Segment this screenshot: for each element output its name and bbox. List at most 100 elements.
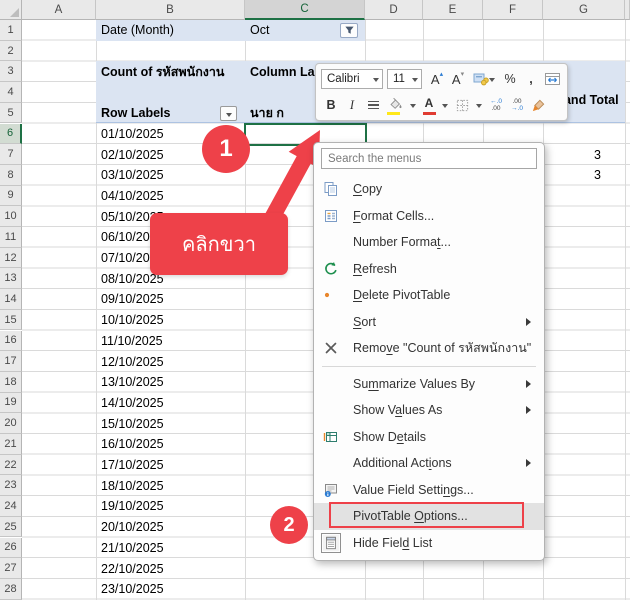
decrease-font-size-button[interactable]: A▾ bbox=[448, 68, 468, 90]
row-header-28[interactable]: 28 bbox=[0, 579, 22, 600]
menu-item-label: Remove "Count of รหัสพนักงาน" bbox=[353, 338, 531, 358]
menu-item-pivottable-options[interactable]: PivotTable Options... bbox=[314, 503, 544, 530]
row-header-6[interactable]: 6 bbox=[0, 124, 22, 145]
column-header-b[interactable]: B bbox=[96, 0, 245, 20]
percent-style-button[interactable]: % bbox=[500, 68, 520, 90]
menu-item-show-details[interactable]: Show Details bbox=[314, 424, 544, 451]
cell-date-row-14[interactable]: 09/10/2025 bbox=[96, 289, 245, 310]
column-header-d[interactable]: D bbox=[365, 0, 423, 20]
column-header-c[interactable]: C bbox=[245, 0, 365, 20]
row-header-23[interactable]: 23 bbox=[0, 475, 22, 496]
font-size-select[interactable]: 11 bbox=[387, 69, 422, 89]
cell-date-row-9[interactable]: 04/10/2025 bbox=[96, 186, 245, 207]
menu-item-sort[interactable]: Sort bbox=[314, 309, 544, 336]
show-details-icon bbox=[323, 429, 339, 445]
row-header-13[interactable]: 13 bbox=[0, 268, 22, 289]
row-header-24[interactable]: 24 bbox=[0, 496, 22, 517]
column-header-e[interactable]: E bbox=[423, 0, 483, 20]
borders-dropdown[interactable] bbox=[473, 94, 485, 116]
row-header-16[interactable]: 16 bbox=[0, 331, 22, 352]
row-header-9[interactable]: 9 bbox=[0, 186, 22, 207]
row-header-27[interactable]: 27 bbox=[0, 558, 22, 579]
row-header-5[interactable]: 5 bbox=[0, 103, 22, 124]
accounting-number-format-button[interactable] bbox=[469, 68, 499, 90]
align-button[interactable] bbox=[363, 94, 383, 116]
row-header-20[interactable]: 20 bbox=[0, 413, 22, 434]
fill-color-button[interactable] bbox=[384, 94, 406, 116]
cell-date-row-16[interactable]: 11/10/2025 bbox=[96, 331, 245, 352]
menu-item-hide-field-list[interactable]: Hide Field List bbox=[314, 530, 544, 557]
cell-date-row-25[interactable]: 20/10/2025 bbox=[96, 517, 245, 538]
cell-grand-total-value-row-7[interactable]: 3 bbox=[543, 144, 625, 165]
cell-date-row-17[interactable]: 12/10/2025 bbox=[96, 351, 245, 372]
menu-search-input[interactable] bbox=[321, 148, 537, 169]
column-header-f[interactable]: F bbox=[483, 0, 543, 20]
menu-item-additional-actions[interactable]: Additional Actions bbox=[314, 450, 544, 477]
font-color-button[interactable]: A bbox=[420, 94, 438, 116]
cell-date-row-20[interactable]: 15/10/2025 bbox=[96, 413, 245, 434]
cell-date-row-27[interactable]: 22/10/2025 bbox=[96, 558, 245, 579]
column-header-partial[interactable] bbox=[625, 0, 630, 20]
cell-date-row-26[interactable]: 21/10/2025 bbox=[96, 538, 245, 559]
row-header-25[interactable]: 25 bbox=[0, 517, 22, 538]
filter-value: Oct bbox=[250, 23, 269, 37]
row-header-22[interactable]: 22 bbox=[0, 455, 22, 476]
cell-date-row-21[interactable]: 16/10/2025 bbox=[96, 434, 245, 455]
cell-b5-row-labels[interactable]: Row Labels bbox=[96, 103, 221, 124]
cell-date-row-24[interactable]: 19/10/2025 bbox=[96, 496, 245, 517]
menu-item-delete-pivottable[interactable]: Delete PivotTable bbox=[314, 282, 544, 309]
autofit-column-button[interactable] bbox=[542, 68, 562, 90]
decrease-decimal-button[interactable]: .00→.0 bbox=[507, 94, 527, 116]
row-header-7[interactable]: 7 bbox=[0, 144, 22, 165]
row-header-14[interactable]: 14 bbox=[0, 289, 22, 310]
borders-button[interactable] bbox=[452, 94, 472, 116]
row-header-4[interactable]: 4 bbox=[0, 82, 22, 103]
step-2-badge: 2 bbox=[270, 506, 308, 544]
filter-funnel-button[interactable] bbox=[340, 23, 358, 38]
row-header-2[interactable]: 2 bbox=[0, 41, 22, 62]
font-name-select[interactable]: Calibri bbox=[321, 69, 383, 89]
row-header-15[interactable]: 15 bbox=[0, 310, 22, 331]
cell-date-row-15[interactable]: 10/10/2025 bbox=[96, 310, 245, 331]
menu-item-value-field-settings[interactable]: Value Field Settings... bbox=[314, 477, 544, 504]
cell-date-row-18[interactable]: 13/10/2025 bbox=[96, 372, 245, 393]
row-labels-dropdown-button[interactable] bbox=[220, 106, 237, 121]
select-all-corner[interactable] bbox=[0, 0, 22, 20]
font-color-dropdown[interactable] bbox=[439, 94, 451, 116]
cell-date-row-22[interactable]: 17/10/2025 bbox=[96, 455, 245, 476]
row-header-18[interactable]: 18 bbox=[0, 372, 22, 393]
row-header-8[interactable]: 8 bbox=[0, 165, 22, 186]
format-painter-button[interactable] bbox=[528, 94, 548, 116]
row-header-21[interactable]: 21 bbox=[0, 434, 22, 455]
cell-date-row-23[interactable]: 18/10/2025 bbox=[96, 475, 245, 496]
column-header-a[interactable]: A bbox=[22, 0, 96, 20]
increase-decimal-button[interactable]: ←.0.00 bbox=[486, 94, 506, 116]
menu-item-remove-count-field[interactable]: Remove "Count of รหัสพนักงาน" bbox=[314, 335, 544, 362]
cell-b1-date-month[interactable]: Date (Month) bbox=[96, 20, 245, 41]
row-header-10[interactable]: 10 bbox=[0, 206, 22, 227]
bold-button[interactable]: B bbox=[321, 94, 341, 116]
column-header-g[interactable]: G bbox=[543, 0, 625, 20]
cell-date-row-28[interactable]: 23/10/2025 bbox=[96, 579, 245, 600]
cell-grand-total-value-row-8[interactable]: 3 bbox=[543, 165, 625, 186]
cell-date-row-19[interactable]: 14/10/2025 bbox=[96, 393, 245, 414]
row-header-26[interactable]: 26 bbox=[0, 538, 22, 559]
italic-button[interactable]: I bbox=[342, 94, 362, 116]
menu-item-summarize-values-by[interactable]: Summarize Values By bbox=[314, 371, 544, 398]
row-header-12[interactable]: 12 bbox=[0, 248, 22, 269]
cell-b3-pivot-title[interactable]: Count of รหัสพนักงาน bbox=[96, 61, 245, 82]
menu-item-format-cells[interactable]: Format Cells... bbox=[314, 203, 544, 230]
row-header-3[interactable]: 3 bbox=[0, 61, 22, 82]
row-header-1[interactable]: 1 bbox=[0, 20, 22, 41]
row-header-17[interactable]: 17 bbox=[0, 351, 22, 372]
increase-font-size-button[interactable]: A▴ bbox=[427, 68, 447, 90]
fill-color-dropdown[interactable] bbox=[407, 94, 419, 116]
row-header-11[interactable]: 11 bbox=[0, 227, 22, 248]
row-header-19[interactable]: 19 bbox=[0, 393, 22, 414]
down-tick-icon: ▾ bbox=[461, 70, 465, 78]
menu-item-copy[interactable]: Copy bbox=[314, 176, 544, 203]
menu-item-number-format[interactable]: Number Format... bbox=[314, 229, 544, 256]
menu-item-refresh[interactable]: Refresh bbox=[314, 256, 544, 283]
menu-item-show-values-as[interactable]: Show Values As bbox=[314, 397, 544, 424]
comma-style-button[interactable]: , bbox=[521, 68, 541, 90]
